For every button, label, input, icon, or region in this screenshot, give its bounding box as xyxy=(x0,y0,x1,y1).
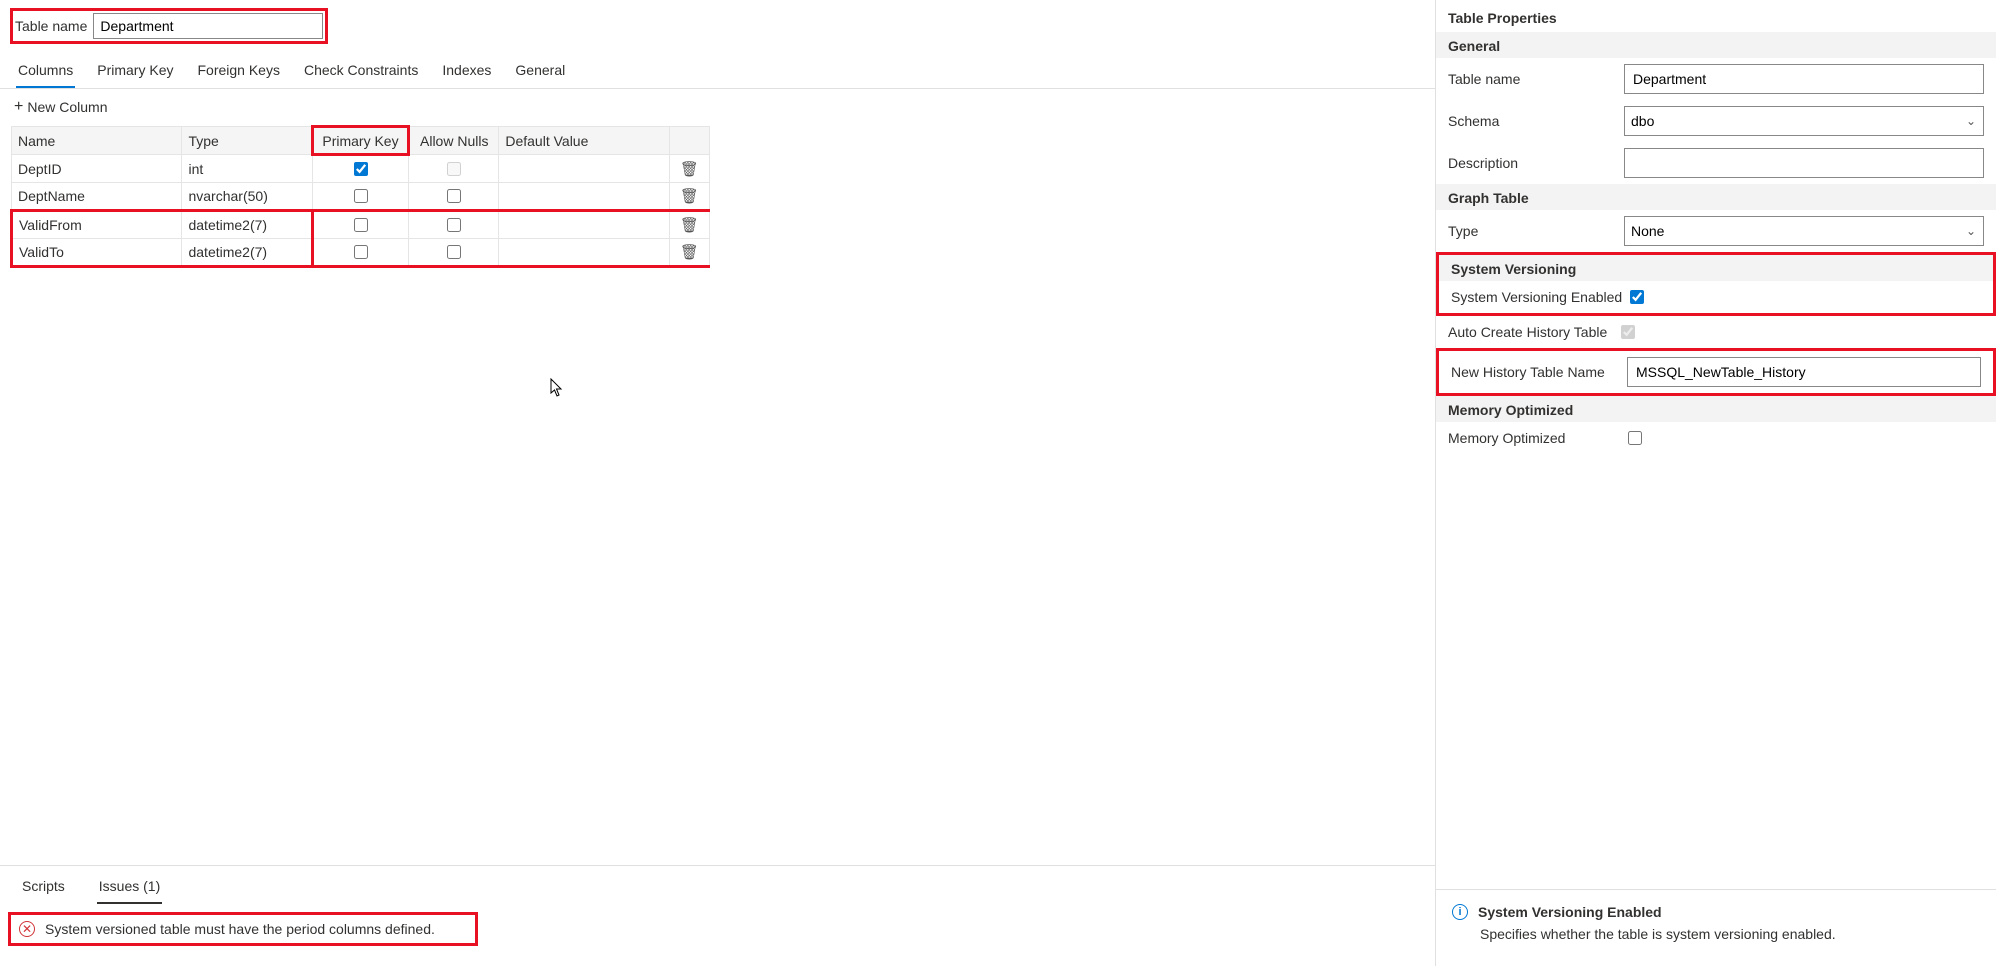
prop-sysver-enabled-label: System Versioning Enabled xyxy=(1451,289,1622,305)
allow-nulls-checkbox xyxy=(447,162,461,176)
prop-graph-type-select[interactable] xyxy=(1624,216,1984,246)
cell-pk[interactable] xyxy=(312,211,408,239)
columns-grid: Name Type Primary Key Allow Nulls Defaul… xyxy=(10,125,710,268)
cell-name[interactable]: DeptID xyxy=(12,155,182,183)
issue-highlight: ✕ System versioned table must have the p… xyxy=(8,912,478,946)
pk-checkbox[interactable] xyxy=(354,245,368,259)
cell-pk[interactable] xyxy=(312,155,408,183)
main-tabs: Columns Primary Key Foreign Keys Check C… xyxy=(0,50,1435,89)
cell-pk[interactable] xyxy=(312,183,408,211)
error-icon: ✕ xyxy=(19,921,35,937)
section-graph-table: Graph Table xyxy=(1436,184,1996,210)
prop-history-name-label: New History Table Name xyxy=(1451,364,1619,380)
trash-icon[interactable]: 🗑 xyxy=(680,188,699,205)
col-header-default[interactable]: Default Value xyxy=(499,127,669,155)
pk-checkbox[interactable] xyxy=(354,162,368,176)
pk-checkbox[interactable] xyxy=(354,218,368,232)
cell-type[interactable]: nvarchar(50) xyxy=(182,183,312,211)
section-system-versioning: System Versioning xyxy=(1439,255,1993,281)
col-header-type[interactable]: Type xyxy=(182,127,312,155)
prop-auto-history-checkbox xyxy=(1621,325,1635,339)
cell-name[interactable]: ValidFrom xyxy=(12,211,182,239)
tab-issues[interactable]: Issues (1) xyxy=(97,872,162,904)
section-general: General xyxy=(1436,32,1996,58)
tab-foreign-keys[interactable]: Foreign Keys xyxy=(195,56,281,88)
system-versioning-highlight: System Versioning System Versioning Enab… xyxy=(1436,252,1996,316)
cell-default[interactable] xyxy=(499,183,669,211)
trash-icon[interactable]: 🗑 xyxy=(680,244,699,261)
tab-check-constraints[interactable]: Check Constraints xyxy=(302,56,420,88)
cell-name[interactable]: DeptName xyxy=(12,183,182,211)
trash-icon[interactable]: 🗑 xyxy=(680,161,699,178)
panel-title: Table Properties xyxy=(1436,0,1996,32)
tab-general[interactable]: General xyxy=(513,56,567,88)
prop-graph-type-label: Type xyxy=(1448,223,1616,239)
cell-allow-nulls[interactable] xyxy=(409,211,499,239)
prop-schema-select[interactable] xyxy=(1624,106,1984,136)
cell-pk[interactable] xyxy=(312,239,408,267)
prop-description-input[interactable] xyxy=(1624,148,1984,178)
tab-primary-key[interactable]: Primary Key xyxy=(95,56,175,88)
hint-panel: i System Versioning Enabled Specifies wh… xyxy=(1436,889,1996,966)
prop-history-name-input[interactable] xyxy=(1627,357,1981,387)
table-properties-panel: Table Properties General Table name Sche… xyxy=(1436,0,1996,966)
hint-body: Specifies whether the table is system ve… xyxy=(1452,926,1980,942)
history-table-name-highlight: New History Table Name xyxy=(1436,348,1996,396)
table-row[interactable]: DeptNamenvarchar(50) 🗑 xyxy=(12,183,710,211)
pk-checkbox[interactable] xyxy=(354,189,368,203)
prop-description-label: Description xyxy=(1448,155,1616,171)
cell-type[interactable]: int xyxy=(182,155,312,183)
cell-allow-nulls[interactable] xyxy=(409,183,499,211)
table-name-highlight: Table name xyxy=(10,8,328,44)
allow-nulls-checkbox[interactable] xyxy=(447,218,461,232)
col-header-primary-key[interactable]: Primary Key xyxy=(312,127,408,155)
tab-columns[interactable]: Columns xyxy=(16,56,75,88)
table-row[interactable]: ValidFromdatetime2(7) 🗑 xyxy=(12,211,710,239)
prop-mem-opt-checkbox[interactable] xyxy=(1628,431,1642,445)
prop-schema-label: Schema xyxy=(1448,113,1616,129)
cell-default[interactable] xyxy=(499,211,669,239)
cell-default[interactable] xyxy=(499,155,669,183)
plus-icon: + xyxy=(14,99,23,115)
col-header-allow-nulls[interactable]: Allow Nulls xyxy=(409,127,499,155)
cell-name[interactable]: ValidTo xyxy=(12,239,182,267)
tab-scripts[interactable]: Scripts xyxy=(20,872,67,904)
table-name-input[interactable] xyxy=(93,13,323,39)
tab-indexes[interactable]: Indexes xyxy=(440,56,493,88)
cell-allow-nulls[interactable] xyxy=(409,239,499,267)
table-row[interactable]: ValidTodatetime2(7) 🗑 xyxy=(12,239,710,267)
new-column-button[interactable]: + New Column xyxy=(0,89,1435,125)
col-header-name[interactable]: Name xyxy=(12,127,182,155)
table-row[interactable]: DeptIDint 🗑 xyxy=(12,155,710,183)
col-header-delete xyxy=(669,127,709,155)
cell-type[interactable]: datetime2(7) xyxy=(182,211,312,239)
trash-icon[interactable]: 🗑 xyxy=(680,217,699,234)
hint-title: System Versioning Enabled xyxy=(1478,904,1662,920)
prop-auto-history-label: Auto Create History Table xyxy=(1448,324,1607,340)
table-name-label: Table name xyxy=(15,18,87,34)
info-icon: i xyxy=(1452,904,1468,920)
issue-text: System versioned table must have the per… xyxy=(45,921,435,937)
prop-mem-opt-label: Memory Optimized xyxy=(1448,430,1616,446)
allow-nulls-checkbox[interactable] xyxy=(447,245,461,259)
cell-allow-nulls[interactable] xyxy=(409,155,499,183)
allow-nulls-checkbox[interactable] xyxy=(447,189,461,203)
prop-table-name-input[interactable] xyxy=(1624,64,1984,94)
bottom-tabs: Scripts Issues (1) xyxy=(0,865,1435,904)
new-column-label: New Column xyxy=(27,99,107,115)
prop-sysver-enabled-checkbox[interactable] xyxy=(1630,290,1644,304)
cell-default[interactable] xyxy=(499,239,669,267)
cell-type[interactable]: datetime2(7) xyxy=(182,239,312,267)
section-memory-optimized: Memory Optimized xyxy=(1436,396,1996,422)
prop-table-name-label: Table name xyxy=(1448,71,1616,87)
